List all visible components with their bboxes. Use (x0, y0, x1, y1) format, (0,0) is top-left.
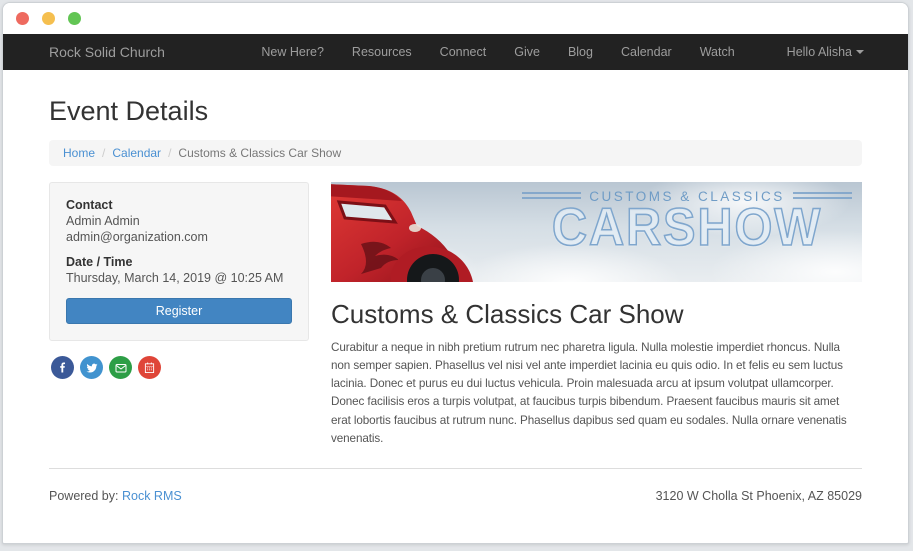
breadcrumb-calendar-link[interactable]: Calendar (112, 146, 161, 160)
contact-name: Admin Admin (66, 214, 292, 228)
event-description: Curabitur a neque in nibh pretium rutrum… (331, 339, 862, 448)
breadcrumb-separator: / (168, 146, 171, 160)
hot-rod-car-illustration (331, 182, 546, 282)
datetime-group: Date / Time Thursday, March 14, 2019 @ 1… (66, 255, 292, 285)
email-share-button[interactable] (109, 356, 132, 379)
nav-item-resources[interactable]: Resources (338, 45, 426, 59)
minimize-window-button[interactable] (42, 12, 55, 25)
window-titlebar (3, 3, 908, 34)
envelope-icon (115, 362, 127, 374)
banner-text: CUSTOMS & CLASSICS CARSHOW (522, 189, 852, 253)
nav-item-calendar[interactable]: Calendar (607, 45, 686, 59)
nav-item-give[interactable]: Give (500, 45, 554, 59)
register-button[interactable]: Register (66, 298, 292, 324)
rock-rms-link[interactable]: Rock RMS (122, 489, 182, 503)
powered-by: Powered by: Rock RMS (49, 489, 182, 503)
contact-group: Contact Admin Admin admin@organization.c… (66, 198, 292, 244)
user-menu-label: Hello Alisha (787, 45, 852, 59)
navbar-menu: New Here? Resources Connect Give Blog Ca… (247, 45, 890, 59)
event-title: Customs & Classics Car Show (331, 299, 862, 330)
chevron-down-icon (856, 50, 864, 54)
navbar-brand[interactable]: Rock Solid Church (49, 44, 165, 60)
banner-big-text: CARSHOW (535, 204, 839, 253)
breadcrumb: Home / Calendar / Customs & Classics Car… (49, 140, 862, 166)
close-window-button[interactable] (16, 12, 29, 25)
datetime-value: Thursday, March 14, 2019 @ 10:25 AM (66, 271, 292, 285)
breadcrumb-home-link[interactable]: Home (63, 146, 95, 160)
facebook-share-button[interactable] (51, 356, 74, 379)
contact-label: Contact (66, 198, 292, 212)
browser-window: Rock Solid Church New Here? Resources Co… (2, 2, 909, 544)
event-sidebar: Contact Admin Admin admin@organization.c… (49, 182, 309, 379)
twitter-share-button[interactable] (80, 356, 103, 379)
nav-item-connect[interactable]: Connect (426, 45, 501, 59)
nav-item-watch[interactable]: Watch (686, 45, 749, 59)
page-title: Event Details (49, 96, 862, 127)
nav-item-new-here[interactable]: New Here? (247, 45, 338, 59)
organization-address: 3120 W Cholla St Phoenix, AZ 85029 (656, 489, 862, 503)
event-main: CUSTOMS & CLASSICS CARSHOW Customs & Cla… (331, 182, 862, 448)
site-navbar: Rock Solid Church New Here? Resources Co… (3, 34, 908, 70)
breadcrumb-current-page: Customs & Classics Car Show (178, 146, 341, 160)
user-account-dropdown[interactable]: Hello Alisha (787, 45, 864, 59)
add-to-calendar-button[interactable] (138, 356, 161, 379)
calendar-icon (144, 362, 155, 373)
powered-by-label: Powered by: (49, 489, 118, 503)
page-footer: Powered by: Rock RMS 3120 W Cholla St Ph… (49, 469, 862, 503)
breadcrumb-separator: / (102, 146, 105, 160)
event-banner-image: CUSTOMS & CLASSICS CARSHOW (331, 182, 862, 282)
event-details-layout: Contact Admin Admin admin@organization.c… (49, 182, 862, 448)
event-summary-panel: Contact Admin Admin admin@organization.c… (49, 182, 309, 341)
share-buttons (49, 356, 309, 379)
nav-item-blog[interactable]: Blog (554, 45, 607, 59)
twitter-bird-icon (86, 362, 98, 374)
page-content: Event Details Home / Calendar / Customs … (3, 96, 908, 503)
contact-email: admin@organization.com (66, 230, 292, 244)
zoom-window-button[interactable] (68, 12, 81, 25)
facebook-icon (57, 362, 68, 373)
datetime-label: Date / Time (66, 255, 292, 269)
